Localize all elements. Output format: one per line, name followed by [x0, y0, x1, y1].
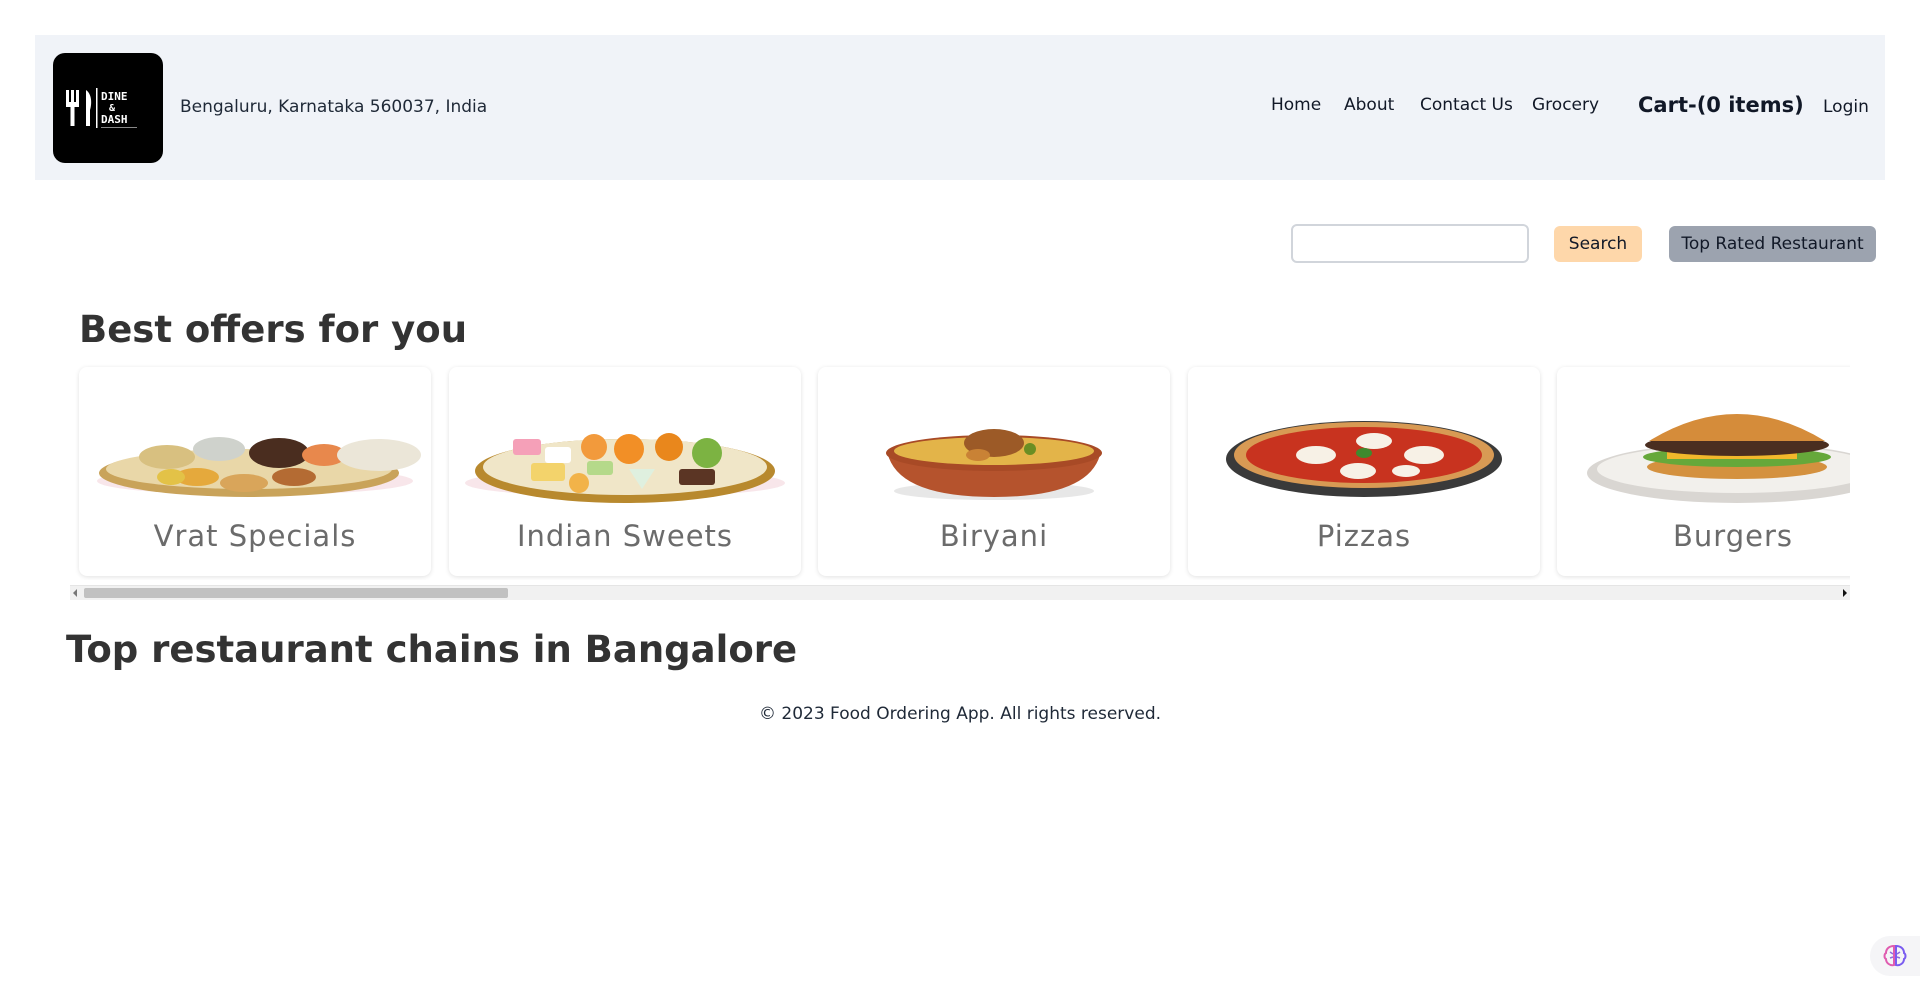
top-rated-restaurant-button[interactable]: Top Rated Restaurant	[1669, 226, 1876, 262]
svg-text:DINE: DINE	[101, 90, 128, 103]
scrollbar-thumb[interactable]	[84, 588, 508, 598]
scroll-right-arrow-icon[interactable]	[1843, 589, 1847, 597]
site-header: DINE & DASH Bengaluru, Karnataka 560037,…	[35, 35, 1885, 180]
offer-card-label: Vrat Specials	[153, 519, 357, 553]
nav-home-link[interactable]: Home	[1271, 95, 1321, 115]
scroll-left-arrow-icon[interactable]	[73, 589, 77, 597]
brain-icon	[1883, 944, 1907, 967]
offer-card-label: Biryani	[939, 519, 1049, 553]
pizza-image	[1226, 421, 1502, 497]
offer-card-indian-sweets[interactable]: Indian Sweets	[449, 367, 801, 576]
burger-image	[1587, 414, 1850, 503]
offer-card-pizzas[interactable]: Pizzas	[1188, 367, 1540, 576]
top-chains-heading: Top restaurant chains in Bangalore	[66, 628, 798, 671]
offer-card-label: Indian Sweets	[516, 519, 734, 553]
brain-extension-icon[interactable]	[1870, 936, 1920, 976]
biryani-image	[886, 429, 1102, 500]
login-button[interactable]: Login	[1823, 97, 1869, 117]
offer-card-vrat-specials[interactable]: Vrat Specials	[79, 367, 431, 576]
nav-grocery-link[interactable]: Grocery	[1532, 95, 1599, 115]
fork-knife-icon: DINE & DASH	[66, 88, 137, 128]
search-input[interactable]	[1291, 224, 1529, 263]
offers-carousel[interactable]: Vrat Specials Indian Sweets Biryani Pizz…	[70, 362, 1850, 580]
svg-text:DASH: DASH	[101, 113, 128, 126]
offer-card-label: Burgers	[1673, 519, 1793, 553]
indian-sweets-image	[465, 433, 785, 503]
offer-card-burgers[interactable]: Burgers	[1557, 367, 1850, 576]
nav-cart-link[interactable]: Cart-(0 items)	[1638, 93, 1804, 117]
nav-contact-link[interactable]: Contact Us	[1420, 95, 1513, 115]
vrat-thali-image	[97, 437, 421, 497]
nav-about-link[interactable]: About	[1344, 95, 1394, 115]
delivery-location: Bengaluru, Karnataka 560037, India	[180, 97, 488, 117]
footer-copyright: © 2023 Food Ordering App. All rights res…	[758, 704, 1162, 724]
dine-and-dash-logo[interactable]: DINE & DASH	[53, 53, 163, 163]
offer-card-biryani[interactable]: Biryani	[818, 367, 1170, 576]
offer-card-label: Pizzas	[1316, 519, 1412, 553]
best-offers-heading: Best offers for you	[79, 308, 468, 351]
search-button[interactable]: Search	[1554, 226, 1642, 262]
carousel-scrollbar[interactable]	[70, 585, 1850, 600]
